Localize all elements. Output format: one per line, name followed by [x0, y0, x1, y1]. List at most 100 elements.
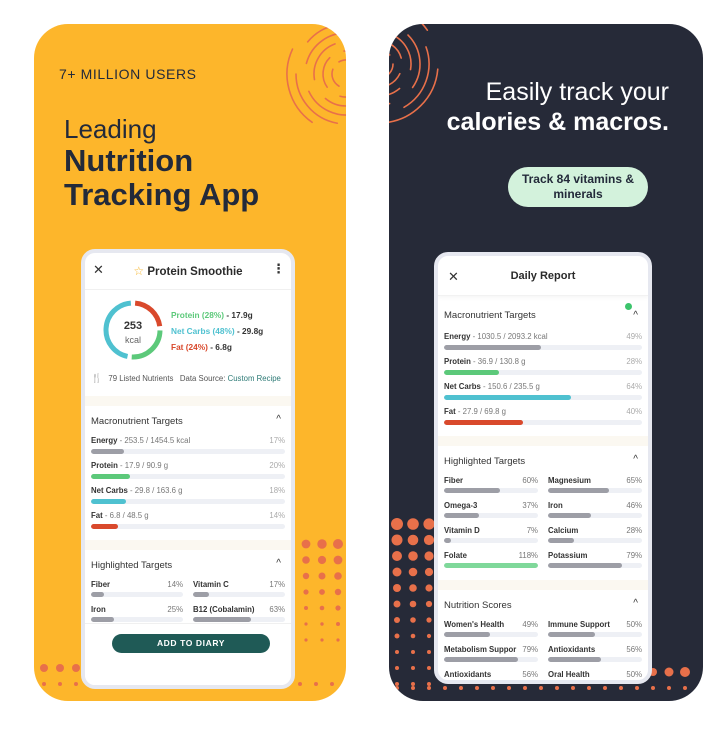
- progress-track: [444, 563, 538, 568]
- decorative-dot: [459, 686, 463, 690]
- headline-light: Leading: [64, 114, 157, 144]
- decorative-arc: [389, 33, 412, 71]
- progress-track: [444, 513, 538, 518]
- highlighted-target: Vitamin D 7%: [444, 526, 538, 551]
- macro-target-label: Fat - 6.8 / 48.5 g: [91, 511, 149, 520]
- chevron-up-icon[interactable]: ^: [633, 310, 638, 321]
- chevron-up-icon[interactable]: ^: [276, 414, 281, 425]
- decorative-arc: [403, 46, 430, 109]
- star-icon[interactable]: ☆: [133, 264, 144, 278]
- nutrition-scores-section: Nutrition Scores ^ Women's Health 49% Immu…: [438, 590, 648, 680]
- decorative-dot: [392, 567, 402, 577]
- decorative-dot: [619, 686, 623, 690]
- macro-protein-label: Protein (28%): [171, 310, 225, 320]
- highlighted-targets-header[interactable]: Highlighted Targets ^: [444, 454, 642, 476]
- decorative-arc: [295, 73, 339, 125]
- progress-fill: [444, 513, 479, 518]
- macro-target-label: Protein - 17.9 / 90.9 g: [91, 461, 169, 470]
- nutrition-scores-grid: Women's Health 49% Immune Support 50% Metabo…: [444, 620, 642, 680]
- progress-fill: [444, 488, 501, 493]
- macro-targets-title: Macronutrient Targets: [91, 416, 183, 427]
- section-divider: [438, 580, 648, 590]
- macro-fat-value: 6.8g: [215, 342, 232, 352]
- progress-track: [193, 592, 285, 597]
- decorative-dot: [319, 605, 325, 611]
- highlighted-target: Omega-3 37%: [444, 501, 538, 526]
- progress-fill: [91, 474, 130, 479]
- decorative-dot: [683, 686, 687, 690]
- data-source-link[interactable]: Custom Recipe: [228, 374, 281, 383]
- section-divider: [438, 436, 648, 446]
- highlighted-target-percent: 60%: [522, 476, 538, 485]
- decorative-dot: [635, 686, 639, 690]
- chevron-up-icon[interactable]: ^: [276, 558, 281, 569]
- progress-fill: [548, 563, 623, 568]
- calories-value: 253: [123, 320, 143, 332]
- highlighted-targets-section: Highlighted Targets ^ Fiber 60% Magnesium 6…: [438, 446, 648, 580]
- progress-fill: [444, 538, 451, 543]
- more-options-icon[interactable]: ⋮: [272, 261, 285, 277]
- decorative-dot: [427, 666, 431, 670]
- macro-targets-header[interactable]: Macronutrient Targets ^: [91, 414, 285, 436]
- decorative-arc: [389, 63, 394, 75]
- highlighted-target: Iron 46%: [548, 501, 642, 526]
- progress-fill: [444, 657, 519, 662]
- nutrition-score: Antioxidants 56%: [548, 645, 642, 670]
- nutrition-score: Metabolism Suppor 79%: [444, 645, 538, 670]
- decorative-dot: [425, 600, 433, 608]
- decorative-dot: [664, 667, 674, 677]
- decorative-dot: [302, 556, 310, 564]
- macro-target-percent: 20%: [269, 461, 285, 470]
- decorative-dot: [391, 534, 403, 546]
- calories-unit: kcal: [124, 335, 141, 345]
- decorative-arc: [389, 24, 404, 32]
- decorative-dot: [42, 682, 46, 686]
- decorative-arc: [324, 97, 346, 107]
- decorative-dot: [302, 572, 310, 580]
- progress-track: [193, 617, 285, 622]
- decorative-arc: [389, 102, 391, 105]
- decorative-dot: [426, 633, 432, 639]
- progress-track: [444, 370, 642, 375]
- progress-track: [548, 538, 642, 543]
- macro-targets-section: Macronutrient Targets ^ Energy - 253.5 /…: [85, 406, 291, 540]
- decorative-dot: [333, 539, 343, 549]
- highlighted-target: Vitamin C 17%: [193, 580, 285, 605]
- macro-targets-header[interactable]: Macronutrient Targets ^: [444, 304, 642, 326]
- add-to-diary-button[interactable]: ADD TO DIARY: [112, 634, 270, 653]
- recipe-title-text: Protein Smoothie: [147, 266, 243, 278]
- decorative-dot: [393, 584, 401, 592]
- nutrition-score-label: Metabolism Suppor: [444, 645, 517, 654]
- chevron-up-icon[interactable]: ^: [633, 454, 638, 465]
- macro-target-list: Energy - 1030.5 / 2093.2 kcal 49% Protein …: [444, 332, 642, 432]
- decorative-dot: [304, 638, 308, 642]
- decorative-dot: [336, 622, 340, 626]
- highlighted-target-label: Vitamin D: [444, 526, 480, 535]
- highlighted-target: Folate 118%: [444, 551, 538, 576]
- progress-fill: [91, 524, 119, 529]
- decorative-dot: [426, 617, 432, 623]
- highlighted-target-percent: 118%: [518, 551, 538, 560]
- decorative-dot: [304, 606, 308, 610]
- decorative-arc: [343, 50, 346, 52]
- decorative-arc: [321, 24, 346, 40]
- chevron-up-icon[interactable]: ^: [633, 598, 638, 609]
- nutrition-score-label: Antioxidants: [548, 645, 596, 654]
- daily-report-title: Daily Report: [510, 270, 576, 282]
- highlighted-target: Fiber 60%: [444, 476, 538, 501]
- decorative-dot: [334, 572, 342, 580]
- highlighted-target-percent: 65%: [626, 476, 642, 485]
- macro-carbs: Net Carbs (48%) - 29.8g: [171, 326, 264, 336]
- macro-target-row: Protein - 17.9 / 90.9 g 20%: [91, 461, 285, 486]
- decorative-dot: [408, 567, 418, 577]
- macro-fat-label: Fat (24%): [171, 342, 208, 352]
- nutrition-scores-header[interactable]: Nutrition Scores ^: [444, 598, 642, 620]
- nutrition-score-percent: 49%: [522, 620, 538, 629]
- headline-bold-line2: Tracking App: [64, 177, 260, 212]
- highlighted-target: Magnesium 65%: [548, 476, 642, 501]
- tagline: 7+ MILLION USERS: [59, 66, 197, 82]
- highlighted-target-label: Potassium: [548, 551, 588, 560]
- macro-target-row: Net Carbs - 29.8 / 163.6 g 18%: [91, 486, 285, 511]
- highlighted-targets-header[interactable]: Highlighted Targets ^: [91, 558, 285, 580]
- macro-target-row: Fat - 27.9 / 69.8 g 40%: [444, 407, 642, 432]
